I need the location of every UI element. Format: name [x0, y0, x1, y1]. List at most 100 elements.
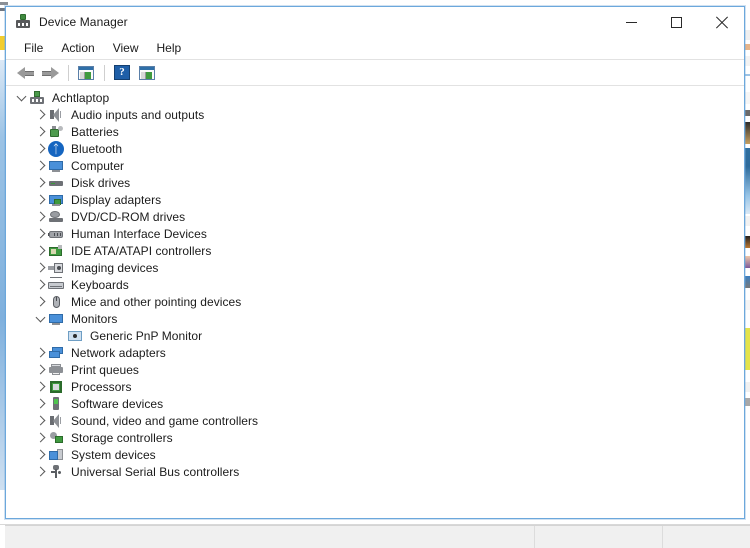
- tree-item-imaging-devices[interactable]: Imaging devices: [6, 259, 744, 276]
- chevron-right-icon: [36, 263, 45, 272]
- expand-toggle[interactable]: [32, 378, 48, 395]
- expand-toggle[interactable]: [13, 89, 29, 106]
- properties-button[interactable]: [74, 62, 98, 84]
- expand-toggle[interactable]: [32, 361, 48, 378]
- tree-item-storage-controllers[interactable]: Storage controllers: [6, 429, 744, 446]
- tree-item-label: Imaging devices: [71, 260, 159, 275]
- expand-toggle[interactable]: [32, 463, 48, 480]
- tree-item-label: Print queues: [71, 362, 139, 377]
- tree-item-sound-video-and-game-controllers[interactable]: Sound, video and game controllers: [6, 412, 744, 429]
- pnp-monitor-icon: [67, 328, 83, 344]
- tree-item-bluetooth[interactable]: ᛏ Bluetooth: [6, 140, 744, 157]
- tree-item-audio-inputs-and-outputs[interactable]: Audio inputs and outputs: [6, 106, 744, 123]
- expand-toggle[interactable]: [32, 395, 48, 412]
- expand-toggle[interactable]: [32, 123, 48, 140]
- expand-toggle[interactable]: [32, 429, 48, 446]
- chevron-right-icon: [36, 297, 45, 306]
- window-properties-icon: [78, 65, 94, 80]
- chevron-right-icon: [36, 348, 45, 357]
- tree-item-label: Mice and other pointing devices: [71, 294, 242, 309]
- mouse-icon: [48, 294, 64, 310]
- tree-item-display-adapters[interactable]: Display adapters: [6, 191, 744, 208]
- tree-item-mice-and-other-pointing-devices[interactable]: Mice and other pointing devices: [6, 293, 744, 310]
- expand-toggle[interactable]: [32, 310, 48, 327]
- expand-toggle[interactable]: [32, 242, 48, 259]
- window-titlebar[interactable]: Device Manager: [6, 7, 744, 37]
- tree-item-root[interactable]: Achtlaptop: [6, 89, 744, 106]
- system-device-icon: [48, 447, 64, 463]
- chevron-right-icon: [36, 450, 45, 459]
- chevron-right-icon: [36, 178, 45, 187]
- minimize-button[interactable]: [609, 7, 654, 37]
- network-adapter-icon: [48, 345, 64, 361]
- battery-icon: [48, 124, 64, 140]
- device-manager-window: Device Manager File Action View Help ? A…: [5, 6, 745, 519]
- expand-toggle[interactable]: [32, 225, 48, 242]
- tree-item-system-devices[interactable]: System devices: [6, 446, 744, 463]
- tree-item-label: Computer: [71, 158, 125, 173]
- toolbar: ?: [6, 60, 744, 85]
- menu-help[interactable]: Help: [148, 38, 191, 58]
- arrow-right-icon: [41, 66, 59, 79]
- tree-item-ide-ata-atapi-controllers[interactable]: IDE ATA/ATAPI controllers: [6, 242, 744, 259]
- tree-item-label: Sound, video and game controllers: [71, 413, 259, 428]
- close-icon: [715, 16, 728, 29]
- disk-drive-icon: [48, 175, 64, 191]
- show-hidden-devices-button[interactable]: [135, 62, 159, 84]
- ide-controller-icon: [48, 243, 64, 259]
- expand-toggle[interactable]: [32, 208, 48, 225]
- monitor-icon: [48, 311, 64, 327]
- expand-toggle[interactable]: [32, 446, 48, 463]
- toolbar-separator: [68, 64, 69, 81]
- back-button[interactable]: [13, 62, 37, 84]
- tree-item-keyboards[interactable]: Keyboards: [6, 276, 744, 293]
- tree-item-software-devices[interactable]: Software devices: [6, 395, 744, 412]
- chevron-right-icon: [36, 212, 45, 221]
- expand-toggle[interactable]: [32, 174, 48, 191]
- tree-item-generic-pnp-monitor[interactable]: Generic PnP Monitor: [6, 327, 744, 344]
- tree-item-label: Batteries: [71, 124, 119, 139]
- help-button[interactable]: ?: [110, 62, 134, 84]
- expand-toggle[interactable]: [32, 157, 48, 174]
- expand-toggle[interactable]: [32, 276, 48, 293]
- close-button[interactable]: [699, 7, 744, 37]
- cpu-icon: [48, 379, 64, 395]
- tree-item-computer[interactable]: Computer: [6, 157, 744, 174]
- forward-button[interactable]: [38, 62, 62, 84]
- keyboard-icon: [48, 276, 64, 293]
- status-pane-secondary: [535, 526, 663, 548]
- chevron-right-icon: [36, 399, 45, 408]
- tree-item-print-queues[interactable]: Print queues: [6, 361, 744, 378]
- tree-item-disk-drives[interactable]: Disk drives: [6, 174, 744, 191]
- tree-item-universal-serial-bus-controllers[interactable]: Universal Serial Bus controllers: [6, 463, 744, 480]
- tree-item-label: Storage controllers: [71, 430, 173, 445]
- tree-item-human-interface-devices[interactable]: Human Interface Devices: [6, 225, 744, 242]
- expand-toggle[interactable]: [32, 140, 48, 157]
- expand-toggle[interactable]: [32, 191, 48, 208]
- speaker-icon: [48, 107, 64, 123]
- tree-item-label: System devices: [71, 447, 156, 462]
- expand-toggle[interactable]: [32, 344, 48, 361]
- tree-item-network-adapters[interactable]: Network adapters: [6, 344, 744, 361]
- imaging-device-icon: [48, 260, 64, 276]
- menu-action[interactable]: Action: [52, 38, 103, 58]
- device-tree[interactable]: Achtlaptop Audio inputs and outputs Batt…: [6, 85, 744, 518]
- tree-item-label: DVD/CD-ROM drives: [71, 209, 186, 224]
- expand-toggle[interactable]: [32, 412, 48, 429]
- tree-item-batteries[interactable]: Batteries: [6, 123, 744, 140]
- chevron-right-icon: [36, 280, 45, 289]
- expand-toggle[interactable]: [32, 106, 48, 123]
- chevron-right-icon: [36, 416, 45, 425]
- device-manager-icon: [15, 14, 31, 30]
- chevron-down-icon: [17, 93, 26, 102]
- tree-item-label: Processors: [71, 379, 132, 394]
- expand-toggle[interactable]: [32, 259, 48, 276]
- tree-item-monitors[interactable]: Monitors: [6, 310, 744, 327]
- tree-item-dvd-cd-rom-drives[interactable]: DVD/CD-ROM drives: [6, 208, 744, 225]
- menu-file[interactable]: File: [15, 38, 52, 58]
- menu-view[interactable]: View: [104, 38, 148, 58]
- tree-item-processors[interactable]: Processors: [6, 378, 744, 395]
- minimize-icon: [626, 21, 637, 23]
- expand-toggle[interactable]: [32, 293, 48, 310]
- maximize-button[interactable]: [654, 7, 699, 37]
